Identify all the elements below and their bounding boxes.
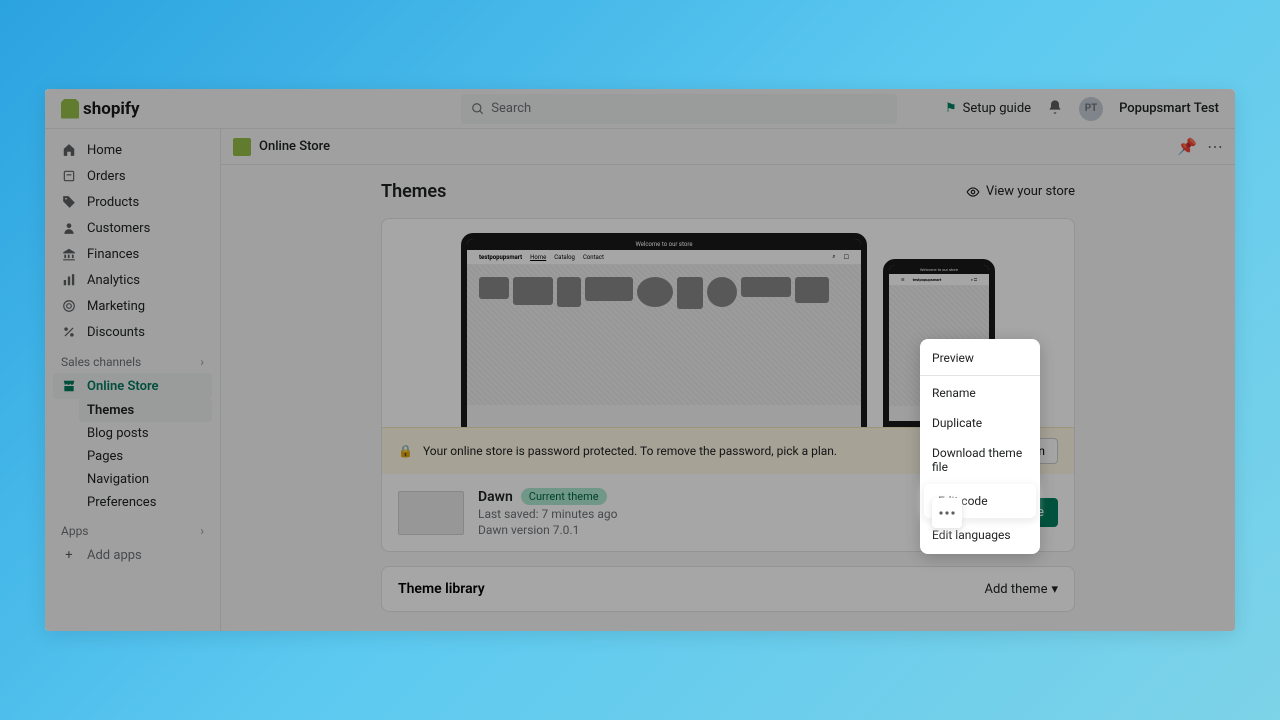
sidebar-item-customers[interactable]: Customers: [53, 215, 212, 241]
tag-icon: [61, 194, 77, 210]
prev-cart-icon: ☐: [844, 254, 849, 261]
sidebar-item-label: Discounts: [87, 325, 145, 340]
prev-sitename-mobile: testpopupsmart: [913, 277, 942, 282]
brand-text: shopify: [83, 99, 140, 119]
user-icon: [61, 220, 77, 236]
sidebar-item-label: Marketing: [87, 299, 145, 314]
theme-saved: Last saved: 7 minutes ago: [478, 507, 918, 521]
prev-nav-item: Contact: [583, 254, 604, 261]
theme-name: Dawn: [478, 489, 513, 505]
menu-preview[interactable]: Preview: [920, 343, 1040, 373]
chevron-right-icon[interactable]: ›: [200, 524, 204, 538]
sidebar-item-label: Blog posts: [87, 426, 149, 441]
menu-rename[interactable]: Rename: [920, 378, 1040, 408]
sidebar-item-label: Add apps: [87, 548, 142, 563]
sidebar-sub-preferences[interactable]: Preferences: [79, 491, 212, 514]
banner-text: Your online store is password protected.…: [423, 444, 837, 458]
sidebar-sub-blog[interactable]: Blog posts: [79, 422, 212, 445]
content: Online Store 📌 ⋯ Themes View your store: [221, 129, 1235, 631]
lock-icon: 🔒: [398, 444, 413, 458]
sidebar-item-label: Finances: [87, 247, 139, 262]
shopify-bag-icon: [61, 99, 79, 119]
sidebar-item-orders[interactable]: Orders: [53, 163, 212, 189]
sidebar-item-analytics[interactable]: Analytics: [53, 267, 212, 293]
sidebar-item-label: Home: [87, 143, 122, 158]
sidebar-section-apps: Apps ›: [53, 514, 212, 542]
sidebar-item-marketing[interactable]: Marketing: [53, 293, 212, 319]
more-icon[interactable]: ⋯: [1207, 137, 1223, 156]
sidebar-item-home[interactable]: Home: [53, 137, 212, 163]
preview-announce-mobile: Welcome to our store: [889, 265, 989, 274]
sidebar-sub-navigation[interactable]: Navigation: [79, 468, 212, 491]
sidebar-item-label: Navigation: [87, 472, 149, 487]
setup-guide-label: Setup guide: [963, 101, 1031, 116]
current-theme-badge: Current theme: [521, 488, 607, 505]
sidebar-sub-themes[interactable]: Themes: [79, 399, 212, 422]
store-icon: [61, 378, 77, 394]
search-icon: [471, 102, 485, 116]
sidebar-add-apps[interactable]: + Add apps: [53, 542, 212, 568]
theme-version: Dawn version 7.0.1: [478, 523, 918, 537]
prev-search-icon: ⌕: [832, 253, 835, 261]
search-placeholder: Search: [491, 101, 531, 116]
library-title: Theme library: [398, 581, 485, 597]
topbar: shopify Search ⚑ Setup guide PT Popupsma…: [45, 89, 1235, 129]
section-label: Apps: [61, 524, 89, 538]
eye-icon: [966, 185, 980, 199]
view-store-link[interactable]: View your store: [966, 184, 1075, 199]
plus-icon: +: [61, 547, 77, 563]
orders-icon: [61, 168, 77, 184]
prev-nav-item: Home: [530, 254, 546, 261]
breadcrumb: Online Store: [259, 139, 330, 154]
sidebar-item-products[interactable]: Products: [53, 189, 212, 215]
chevron-right-icon[interactable]: ›: [200, 355, 204, 369]
pin-icon[interactable]: 📌: [1177, 137, 1197, 156]
bank-icon: [61, 246, 77, 262]
target-icon: [61, 298, 77, 314]
preview-announce: Welcome to our store: [467, 239, 861, 250]
menu-duplicate[interactable]: Duplicate: [920, 408, 1040, 438]
chart-icon: [61, 272, 77, 288]
bell-icon[interactable]: [1047, 99, 1063, 119]
view-store-label: View your store: [986, 184, 1075, 199]
sidebar-sub-pages[interactable]: Pages: [79, 445, 212, 468]
sidebar-item-discounts[interactable]: Discounts: [53, 319, 212, 345]
home-icon: [61, 142, 77, 158]
sidebar-item-label: Themes: [87, 403, 134, 418]
content-header: Online Store 📌 ⋯: [221, 129, 1235, 165]
add-theme-label: Add theme: [985, 582, 1048, 597]
search-input[interactable]: Search: [461, 94, 897, 124]
store-name[interactable]: Popupsmart Test: [1119, 101, 1219, 116]
avatar-initials: PT: [1085, 103, 1098, 114]
theme-library-card: Theme library Add theme ▾: [381, 566, 1075, 612]
sidebar-section-sales: Sales channels ›: [53, 345, 212, 373]
desktop-preview: Welcome to our store testpopupsmart Home…: [461, 233, 867, 427]
add-theme-button[interactable]: Add theme ▾: [985, 582, 1059, 597]
setup-guide-link[interactable]: ⚑ Setup guide: [945, 101, 1031, 116]
percent-icon: [61, 324, 77, 340]
prev-nav-item: Catalog: [554, 254, 575, 261]
sidebar-item-label: Products: [87, 195, 139, 210]
sidebar-item-online-store[interactable]: Online Store: [53, 373, 212, 399]
sidebar-item-finances[interactable]: Finances: [53, 241, 212, 267]
sidebar-item-label: Online Store: [87, 379, 159, 394]
menu-download[interactable]: Download theme file: [920, 438, 1040, 482]
store-icon: [233, 138, 251, 156]
page-title: Themes: [381, 181, 446, 202]
sidebar-item-label: Pages: [87, 449, 123, 464]
theme-thumbnail: [398, 491, 464, 535]
sidebar: Home Orders Products Customers Finances …: [45, 129, 221, 631]
avatar[interactable]: PT: [1079, 97, 1103, 121]
dots-icon: [939, 511, 955, 515]
theme-actions-button[interactable]: [932, 498, 962, 528]
flag-icon: ⚑: [945, 101, 957, 116]
chevron-down-icon: ▾: [1051, 582, 1058, 597]
sidebar-item-label: Customers: [87, 221, 150, 236]
sidebar-item-label: Preferences: [87, 495, 156, 510]
section-label: Sales channels: [61, 355, 141, 369]
sidebar-item-label: Analytics: [87, 273, 140, 288]
shopify-logo[interactable]: shopify: [61, 99, 140, 119]
prev-sitename: testpopupsmart: [479, 254, 522, 261]
sidebar-item-label: Orders: [87, 169, 126, 184]
